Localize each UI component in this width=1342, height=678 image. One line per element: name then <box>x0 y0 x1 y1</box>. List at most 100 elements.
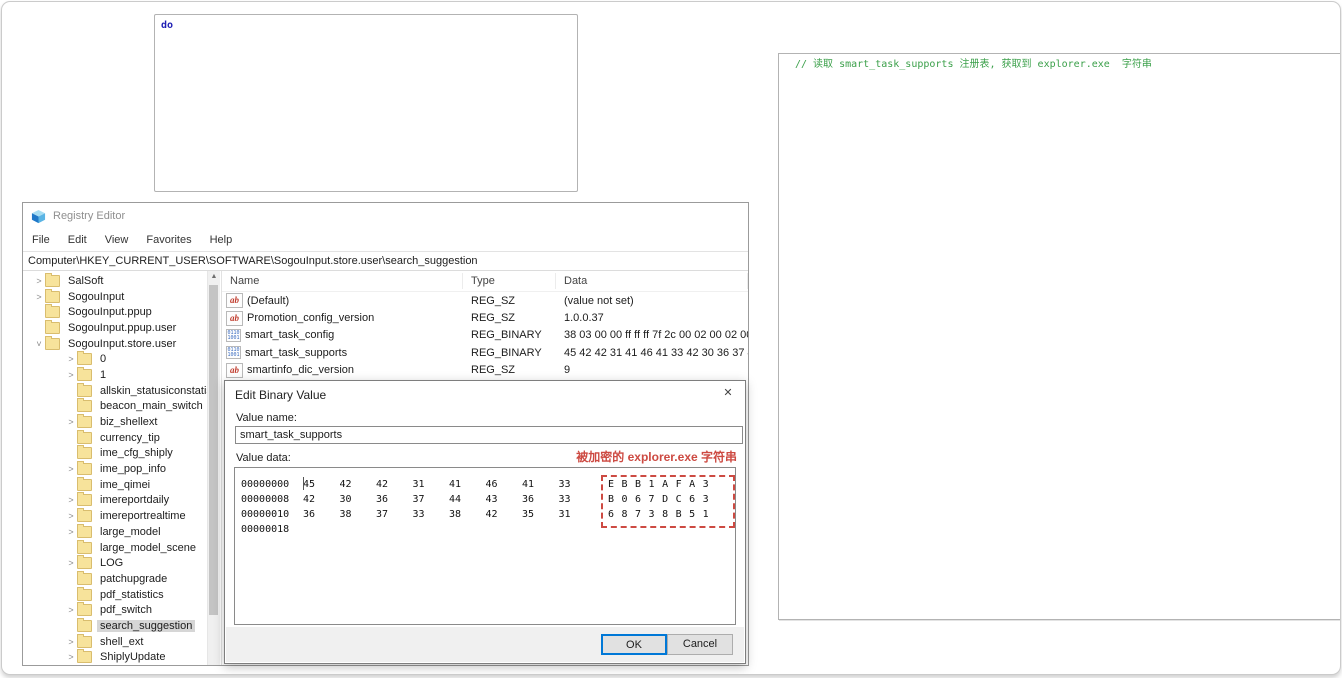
hex-byte[interactable]: 38 <box>449 507 486 522</box>
tree-item[interactable]: > imereportrealtime <box>23 508 207 524</box>
menu-item-favorites[interactable]: Favorites <box>146 234 191 246</box>
chevron-down-icon[interactable]: ˅ <box>33 339 45 349</box>
value-name-field[interactable] <box>235 426 743 444</box>
column-header-name[interactable]: Name <box>222 273 463 289</box>
hex-byte[interactable]: 35 <box>522 507 559 522</box>
tree-item[interactable]: > biz_shellext <box>23 414 207 430</box>
hex-byte[interactable]: 36 <box>303 507 340 522</box>
chevron-right-icon[interactable]: > <box>65 417 77 427</box>
folder-icon <box>77 649 92 664</box>
folder-icon <box>77 382 92 397</box>
tree-item-label: SogouInput.store.user <box>68 337 177 350</box>
scrollbar-thumb[interactable] <box>209 285 218 615</box>
chevron-right-icon[interactable]: > <box>33 276 45 286</box>
table-row[interactable]: 0110 1001 smart_task_config REG_BINARY 38 0… <box>222 327 748 344</box>
hex-byte[interactable]: 33 <box>559 492 596 507</box>
hex-byte[interactable]: 31 <box>559 507 596 522</box>
chevron-right-icon[interactable]: > <box>65 527 77 537</box>
reg-sz-icon: ab <box>226 310 243 326</box>
chevron-right-icon[interactable]: > <box>65 637 77 647</box>
hex-byte[interactable]: 33 <box>413 507 450 522</box>
hex-byte[interactable]: 42 <box>376 477 413 492</box>
code-token: // 读取 smart_task_supports 注册表, 获取到 explo… <box>795 59 1152 70</box>
tree-item[interactable]: > shell_ext <box>23 633 207 650</box>
hex-byte[interactable]: 42 <box>486 507 523 522</box>
chevron-right-icon[interactable]: > <box>65 370 77 380</box>
hex-byte[interactable]: 46 <box>486 477 523 492</box>
hex-byte[interactable]: 36 <box>376 492 413 507</box>
hex-byte[interactable]: 42 <box>303 492 340 507</box>
tree-item[interactable]: SogouInput.ppup <box>23 304 207 320</box>
chevron-right-icon[interactable]: > <box>65 605 77 615</box>
hex-byte[interactable]: 38 <box>340 507 377 522</box>
tree-item[interactable]: > SalSoft <box>23 273 207 289</box>
hex-byte[interactable]: 41 <box>522 477 559 492</box>
cancel-button[interactable]: Cancel <box>667 634 733 655</box>
tree-item[interactable]: allskin_statusiconstatistics <box>23 382 207 399</box>
menu-item-edit[interactable]: Edit <box>68 234 87 246</box>
tree-scrollbar[interactable]: ▲ <box>207 271 220 665</box>
tree-item[interactable]: > LOG <box>23 555 207 571</box>
reg-sz-icon: ab <box>226 293 243 309</box>
hex-byte[interactable]: 37 <box>413 492 450 507</box>
tree-item[interactable]: > ShiplyUpdate <box>23 649 207 666</box>
hex-byte[interactable]: 43 <box>486 492 523 507</box>
chevron-right-icon[interactable]: > <box>65 652 77 662</box>
hex-byte[interactable]: 41 <box>449 477 486 492</box>
hex-byte[interactable]: 45 <box>303 477 340 492</box>
cell-data: (value not set) <box>564 294 634 307</box>
tree-item[interactable]: currency_tip <box>23 429 207 446</box>
chevron-right-icon[interactable]: > <box>65 495 77 505</box>
tree-item[interactable]: > imereportdaily <box>23 492 207 509</box>
menu-item-help[interactable]: Help <box>210 234 233 246</box>
tree-item[interactable]: beacon_main_switch <box>23 398 207 415</box>
list-header: Name Type Data <box>222 271 748 292</box>
folder-icon <box>77 555 92 570</box>
menu-item-file[interactable]: File <box>32 234 50 246</box>
hex-editor[interactable]: 00000000 45 42 42 31 41 46 41 33 EBB1AFA3 00000008… <box>234 467 736 625</box>
tree-item[interactable]: > SogouInput <box>23 288 207 305</box>
table-row[interactable]: 0110 1001 smart_task_supports REG_BINARY 45… <box>222 344 748 361</box>
hex-byte[interactable]: 44 <box>449 492 486 507</box>
chevron-right-icon[interactable]: > <box>65 511 77 521</box>
scroll-up-icon[interactable]: ▲ <box>208 271 220 283</box>
tree-item[interactable]: > large_model <box>23 523 207 540</box>
ok-button[interactable]: OK <box>601 634 667 655</box>
tree-item[interactable]: >1 <box>23 366 207 383</box>
chevron-right-icon[interactable]: > <box>65 558 77 568</box>
tree-item[interactable]: ime_cfg_shiply <box>23 445 207 462</box>
hex-byte[interactable]: 36 <box>522 492 559 507</box>
table-row[interactable]: ab Promotion_config_version REG_SZ 1.0.0.37 <box>222 309 748 326</box>
column-header-type[interactable]: Type <box>463 273 556 289</box>
hex-byte[interactable]: 31 <box>413 477 450 492</box>
hex-byte[interactable]: 30 <box>340 492 377 507</box>
table-row[interactable]: ab (Default) REG_SZ (value not set) <box>222 292 748 309</box>
hex-byte[interactable]: 42 <box>340 477 377 492</box>
tree-item[interactable]: ˅ SogouInput.store.user <box>23 335 207 352</box>
tree-item[interactable]: > pdf_switch <box>23 602 207 618</box>
table-row[interactable]: ab smartinfo_dic_version REG_SZ 9 <box>222 362 748 379</box>
tree-item[interactable]: >0 <box>23 351 207 367</box>
tree-item[interactable]: > ime_pop_info <box>23 461 207 477</box>
value-name-text: (Default) <box>247 294 290 307</box>
tree-item[interactable]: large_model_scene <box>23 539 207 556</box>
tree-item-label: ime_pop_info <box>100 463 167 476</box>
regedit-title-bar: Registry Editor <box>23 203 748 229</box>
folder-icon <box>77 476 92 491</box>
chevron-right-icon[interactable]: > <box>65 464 77 474</box>
chevron-right-icon[interactable]: > <box>33 292 45 302</box>
hex-byte[interactable]: 37 <box>376 507 413 522</box>
close-icon[interactable]: ✕ <box>711 381 745 405</box>
tree-item[interactable]: SogouInput.ppup.user <box>23 319 207 336</box>
tree-item[interactable]: search_suggestion <box>23 617 207 634</box>
tree-item[interactable]: patchupgrade <box>23 570 207 587</box>
screenshot-card: do ++n8;while ( aSmartTaskSuppo[n8] );ff… <box>1 1 1341 675</box>
menu-item-view[interactable]: View <box>105 234 129 246</box>
column-header-data[interactable]: Data <box>556 273 748 289</box>
chevron-right-icon[interactable]: > <box>65 354 77 364</box>
folder-icon <box>77 414 92 429</box>
tree-item[interactable]: pdf_statistics <box>23 586 207 603</box>
hex-byte[interactable]: 33 <box>559 477 596 492</box>
regedit-address-bar[interactable]: Computer\HKEY_CURRENT_USER\SOFTWARE\Sogo… <box>23 251 748 271</box>
tree-item[interactable]: ime_qimei <box>23 476 207 493</box>
